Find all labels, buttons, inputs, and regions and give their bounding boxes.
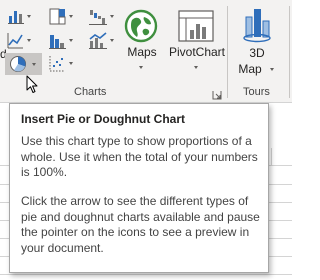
grid-line: [0, 274, 292, 275]
charts-group-label: Charts: [74, 86, 107, 98]
statistic-chart-icon: [49, 32, 66, 54]
insert-column-bar-chart-button[interactable]: [4, 6, 34, 28]
chevron-down-icon: [27, 39, 32, 42]
3d-map-label-line1: 3D: [249, 46, 265, 60]
insert-hierarchy-chart-button[interactable]: [46, 6, 76, 28]
scatter-chart-icon: [49, 55, 66, 77]
chevron-down-icon: [110, 39, 115, 42]
3d-map-button[interactable]: 3D Map: [232, 4, 282, 84]
chevron-down-icon: [27, 15, 32, 18]
chevron-down-icon: [139, 66, 144, 69]
pivotchart-button[interactable]: PivotChart: [169, 4, 225, 84]
mouse-pointer-icon: [26, 75, 38, 99]
combo-chart-icon: [89, 32, 107, 54]
3d-map-label-line2: Map: [238, 62, 262, 76]
globe-map-icon: [124, 9, 158, 48]
pivotchart-button-label: PivotChart: [168, 45, 226, 59]
pivotchart-icon: [178, 10, 214, 47]
chevron-down-icon: [69, 62, 74, 65]
insert-pie-doughnut-chart-button[interactable]: [5, 53, 42, 75]
insert-waterfall-chart-button[interactable]: [86, 6, 116, 28]
chevron-down-icon: [32, 63, 37, 66]
chevron-down-icon: [270, 68, 275, 71]
group-separator: [289, 6, 290, 98]
ribbon: d Maps PivotChart Charts 3D Map Tours: [0, 0, 292, 102]
hierarchy-chart-icon: [49, 8, 66, 30]
insert-combo-chart-button[interactable]: [86, 30, 116, 52]
chevron-down-icon: [69, 15, 74, 18]
line-chart-icon: [7, 32, 24, 54]
column-chart-icon: [8, 8, 24, 29]
insert-line-area-chart-button[interactable]: [4, 30, 34, 52]
insert-statistic-chart-button[interactable]: [46, 30, 76, 52]
3d-map-icon: [243, 7, 271, 48]
maps-button[interactable]: Maps: [118, 4, 166, 84]
tooltip-title: Insert Pie or Doughnut Chart: [21, 112, 186, 126]
insert-scatter-chart-button[interactable]: [46, 53, 76, 75]
maps-button-label: Maps: [127, 45, 157, 59]
tooltip-instructions: Click the arrow to see the different typ…: [21, 194, 260, 255]
tours-group-label: Tours: [243, 86, 270, 98]
chevron-down-icon: [69, 39, 74, 42]
chevron-down-icon: [194, 66, 199, 69]
dialog-launcher-icon[interactable]: [212, 87, 222, 100]
pie-chart-icon: [9, 55, 27, 78]
group-separator: [227, 6, 228, 98]
chevron-down-icon: [110, 15, 115, 18]
tooltip-description: Use this chart type to show proportions …: [21, 134, 258, 179]
waterfall-chart-icon: [89, 8, 107, 30]
tooltip: Insert Pie or Doughnut Chart Use this ch…: [9, 103, 269, 273]
